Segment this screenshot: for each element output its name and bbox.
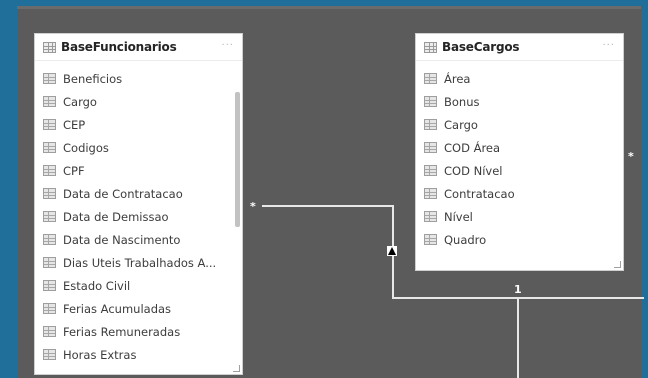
field-item[interactable]: COD Nível bbox=[416, 159, 623, 182]
field-item[interactable]: Quadro bbox=[416, 228, 623, 251]
field-item[interactable]: Dias Uteis Trabalhados A... bbox=[35, 251, 242, 274]
table-card-basecargos[interactable]: BaseCargos ··· Área Bonus Cargo COD Área… bbox=[415, 33, 624, 271]
filter-direction-arrow-icon bbox=[387, 246, 397, 256]
scrollbar-thumb[interactable] bbox=[235, 92, 240, 227]
field-item[interactable]: Cargo bbox=[35, 90, 242, 113]
field-icon bbox=[43, 188, 56, 199]
table-title: BaseCargos bbox=[442, 40, 520, 54]
field-icon bbox=[43, 96, 56, 107]
field-item[interactable]: Data de Contratacao bbox=[35, 182, 242, 205]
resize-handle-icon[interactable] bbox=[233, 365, 240, 372]
field-icon bbox=[43, 234, 56, 245]
field-icon bbox=[43, 73, 56, 84]
field-item[interactable]: Contratacao bbox=[416, 182, 623, 205]
table-icon bbox=[43, 41, 56, 53]
table-title: BaseFuncionarios bbox=[61, 40, 177, 54]
field-item[interactable]: Área bbox=[416, 67, 623, 90]
field-icon bbox=[424, 234, 437, 245]
more-options-icon[interactable]: ··· bbox=[221, 40, 234, 51]
field-item[interactable]: Horas Extras bbox=[35, 343, 242, 366]
table-header[interactable]: BaseFuncionarios ··· bbox=[35, 34, 242, 61]
field-item[interactable]: Data de Nascimento bbox=[35, 228, 242, 251]
table-card-basefuncionarios[interactable]: BaseFuncionarios ··· Beneficios Cargo CE… bbox=[34, 33, 243, 375]
field-icon bbox=[43, 257, 56, 268]
field-icon bbox=[43, 211, 56, 222]
cardinality-one: 1 bbox=[514, 283, 522, 296]
field-icon bbox=[424, 211, 437, 222]
cardinality-many-right: * bbox=[628, 150, 634, 163]
field-item[interactable]: Codigos bbox=[35, 136, 242, 159]
field-icon bbox=[43, 349, 56, 360]
table-icon bbox=[424, 41, 437, 53]
field-item[interactable]: CPF bbox=[35, 159, 242, 182]
field-icon bbox=[424, 96, 437, 107]
field-item[interactable]: Ferias Acumuladas bbox=[35, 297, 242, 320]
field-item[interactable]: Nível bbox=[416, 205, 623, 228]
relationship-line-v2[interactable] bbox=[517, 297, 519, 378]
more-options-icon[interactable]: ··· bbox=[602, 40, 615, 51]
relationship-line-h1[interactable] bbox=[262, 205, 393, 207]
field-item[interactable]: Beneficios bbox=[35, 67, 242, 90]
field-icon bbox=[424, 119, 437, 130]
field-item[interactable]: Data de Demissao bbox=[35, 205, 242, 228]
field-icon bbox=[43, 303, 56, 314]
field-icon bbox=[43, 119, 56, 130]
field-icon bbox=[424, 165, 437, 176]
field-item[interactable]: Estado Civil bbox=[35, 274, 242, 297]
field-icon bbox=[43, 280, 56, 291]
field-item[interactable]: COD Área bbox=[416, 136, 623, 159]
field-icon bbox=[424, 73, 437, 84]
cardinality-many-left: * bbox=[250, 200, 256, 213]
field-icon bbox=[43, 165, 56, 176]
field-icon bbox=[424, 188, 437, 199]
resize-handle-icon[interactable] bbox=[614, 261, 621, 268]
field-item[interactable]: CEP bbox=[35, 113, 242, 136]
field-item[interactable]: Cargo bbox=[416, 113, 623, 136]
table-header[interactable]: BaseCargos ··· bbox=[416, 34, 623, 61]
field-item[interactable]: Ferias Remuneradas bbox=[35, 320, 242, 343]
field-item[interactable]: Bonus bbox=[416, 90, 623, 113]
field-icon bbox=[424, 142, 437, 153]
field-icon bbox=[43, 142, 56, 153]
field-icon bbox=[43, 326, 56, 337]
